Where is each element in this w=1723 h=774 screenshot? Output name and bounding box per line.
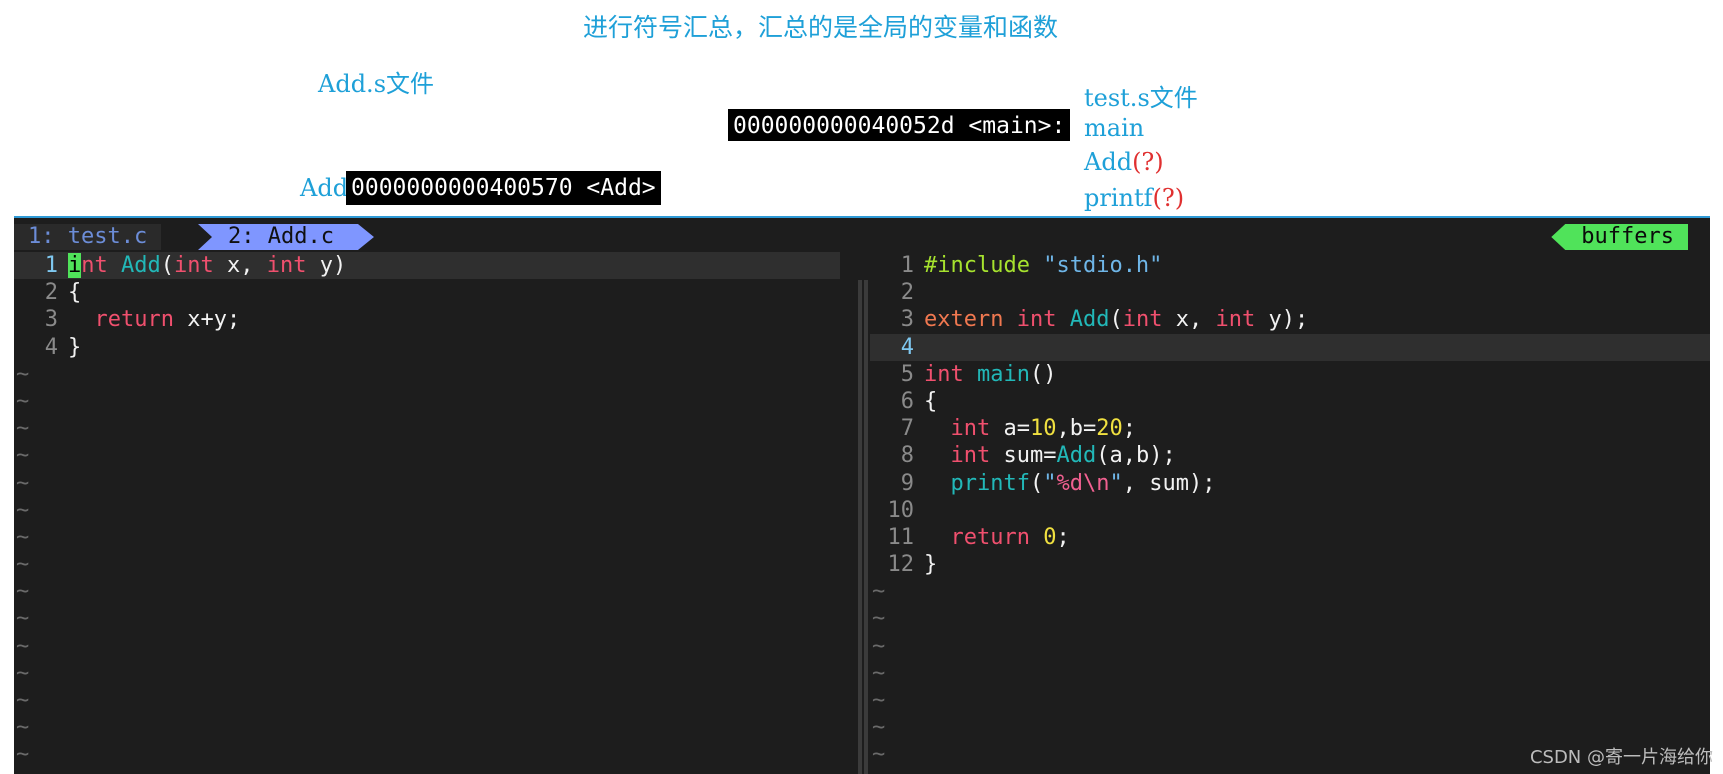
tilde-marker: ~ — [872, 660, 886, 686]
tilde-marker: ~ — [16, 524, 30, 550]
tilde-marker: ~ — [16, 416, 30, 442]
right-pane-test-c[interactable]: 1 #include "stdio.h" 2 3 extern int Add(in… — [870, 252, 1710, 774]
code-line: 2 — [900, 280, 914, 306]
add-symbol: Add(?) — [1084, 148, 1164, 176]
tilde-marker: ~ — [16, 443, 30, 469]
tabline: 1: test.c 2: Add.c buffers — [14, 224, 1710, 250]
code-line: 4} — [44, 334, 82, 360]
code-line: 1 int Add(int x, int y) — [14, 252, 840, 280]
tilde-marker: ~ — [16, 660, 30, 686]
main-address-box: 000000000040052d <main>: — [728, 109, 1071, 141]
tilde-marker: ~ — [872, 606, 886, 632]
code-line: 1 #include "stdio.h" — [900, 253, 1163, 278]
title-annotation: 进行符号汇总，汇总的是全局的变量和函数 — [583, 13, 1059, 42]
tilde-marker: ~ — [16, 497, 30, 523]
tilde-marker: ~ — [16, 742, 30, 768]
code-line: 3 extern int Add(int x, int y); — [900, 307, 1309, 333]
empty-line-markers: ~ ~ ~ ~ ~ ~ ~ ~ ~ ~ ~ ~ ~ ~ ~ — [14, 361, 840, 769]
buffers-indicator: buffers — [1551, 224, 1688, 250]
code-line: 8 int sum=Add(a,b); — [900, 443, 1176, 469]
tilde-marker: ~ — [872, 688, 886, 713]
code-line: 9 printf("%d\n", sum); — [900, 470, 1216, 496]
vim-editor: 1: test.c 2: Add.c buffers 1 int Add(int … — [14, 216, 1710, 774]
tab-test-c[interactable]: 1: test.c — [14, 224, 162, 250]
tilde-marker: ~ — [872, 633, 886, 659]
main-symbol: main — [1084, 114, 1145, 142]
question-mark: (?) — [1132, 148, 1164, 176]
left-pane-add-c[interactable]: 1 int Add(int x, int y) 2{ 3 return x+y; … — [14, 252, 840, 774]
add-s-file-annotation: Add.s文件 — [318, 70, 435, 98]
code-line: 6{ — [900, 388, 938, 414]
csdn-watermark: CSDN @寄一片海给你 — [1529, 747, 1713, 768]
tilde-marker: ~ — [872, 715, 886, 741]
cursor: i — [68, 253, 82, 278]
empty-line-markers: ~ ~ ~ ~ ~ ~ ~ — [870, 578, 1710, 768]
tilde-marker: ~ — [16, 388, 30, 414]
printf-symbol: printf(?) — [1084, 184, 1185, 212]
tilde-marker: ~ — [16, 633, 30, 659]
tilde-marker: ~ — [16, 688, 30, 713]
add-address-box: 0000000000400570 <Add> — [346, 171, 661, 205]
tilde-marker: ~ — [16, 715, 30, 741]
code-line: 2{ — [44, 280, 82, 306]
test-s-file-annotation: test.s文件 — [1084, 84, 1198, 112]
code-line: 3 return x+y; — [44, 307, 241, 333]
code-line: 7 int a=10,b=20; — [900, 416, 1136, 442]
tab-add-c[interactable]: 2: Add.c — [198, 224, 374, 250]
tilde-marker: ~ — [16, 361, 30, 387]
code-line: 10 — [887, 497, 915, 523]
vertical-split-separator[interactable] — [858, 280, 868, 774]
tilde-marker: ~ — [16, 606, 30, 632]
tilde-marker: ~ — [16, 552, 30, 578]
tilde-marker: ~ — [16, 579, 30, 605]
code-line: 5 int main() — [900, 361, 1057, 387]
code-line: 12} — [887, 552, 938, 578]
tilde-marker: ~ — [872, 579, 886, 605]
tilde-marker: ~ — [16, 470, 30, 496]
code-line: 4 — [870, 333, 1710, 361]
add-label-annotation: Add — [300, 174, 349, 202]
code-line: 11 return 0; — [887, 524, 1070, 550]
question-mark: (?) — [1152, 184, 1185, 212]
